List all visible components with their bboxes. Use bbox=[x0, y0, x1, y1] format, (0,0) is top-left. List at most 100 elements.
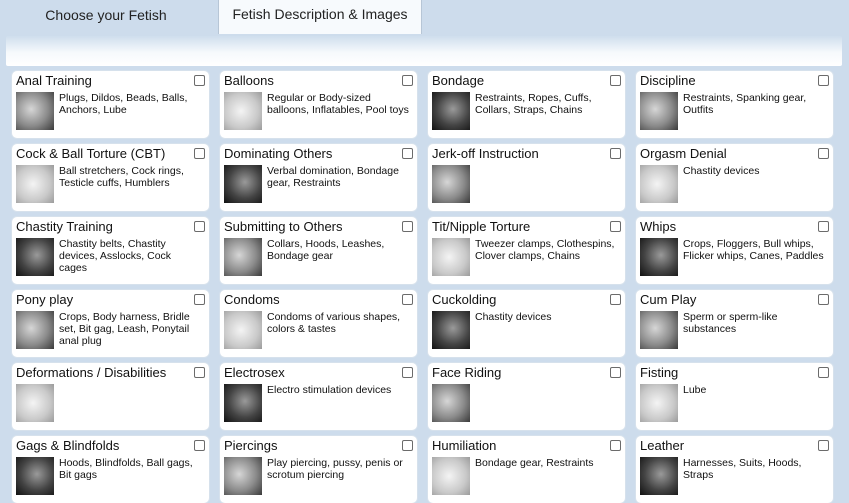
fetish-card[interactable]: Orgasm Denial Chastity devices bbox=[636, 144, 833, 211]
fetish-card-description: Collars, Hoods, Leashes, Bondage gear bbox=[267, 238, 385, 262]
fetish-card[interactable]: Humiliation Bondage gear, Restraints bbox=[428, 436, 625, 503]
fetish-card[interactable]: Whips Crops, Floggers, Bull whips, Flicke… bbox=[636, 217, 833, 284]
fetish-card-title: Chastity Training bbox=[16, 219, 113, 234]
fetish-card-title: Whips bbox=[640, 219, 677, 234]
fetish-card-title: Jerk-off Instruction bbox=[432, 146, 539, 161]
fetish-card[interactable]: Electrosex Electro stimulation devices bbox=[220, 363, 417, 430]
fetish-card[interactable]: Piercings Play piercing, pussy, penis or … bbox=[220, 436, 417, 503]
fetish-checkbox[interactable] bbox=[194, 75, 205, 86]
fetish-card-title: Cuckolding bbox=[432, 292, 497, 307]
fetish-checkbox[interactable] bbox=[402, 440, 413, 451]
fetish-card[interactable]: Submitting to Others Collars, Hoods, Leas… bbox=[220, 217, 417, 284]
fetish-card[interactable]: Fisting Lube bbox=[636, 363, 833, 430]
fetish-checkbox[interactable] bbox=[818, 221, 829, 232]
fetish-card[interactable]: Discipline Restraints, Spanking gear, Out… bbox=[636, 71, 833, 138]
fetish-card-description: Play piercing, pussy, penis or scrotum p… bbox=[267, 457, 403, 481]
fetish-thumbnail-image bbox=[640, 238, 678, 276]
fetish-checkbox[interactable] bbox=[402, 75, 413, 86]
fetish-thumbnail-image bbox=[16, 165, 54, 203]
fetish-checkbox[interactable] bbox=[402, 367, 413, 378]
fetish-card[interactable]: Bondage Restraints, Ropes, Cuffs, Collars… bbox=[428, 71, 625, 138]
fetish-card-description: Crops, Floggers, Bull whips, Flicker whi… bbox=[683, 238, 824, 262]
fetish-card-title: Submitting to Others bbox=[224, 219, 343, 234]
fetish-card[interactable]: Pony play Crops, Body harness, Bridle set… bbox=[12, 290, 209, 357]
fetish-card-title: Anal Training bbox=[16, 73, 92, 88]
fetish-grid: Anal Training Plugs, Dildos, Beads, Balls… bbox=[0, 0, 849, 503]
fetish-card-title: Cock & Ball Torture (CBT) bbox=[16, 146, 166, 161]
fetish-thumbnail-image bbox=[224, 238, 262, 276]
fetish-checkbox[interactable] bbox=[194, 294, 205, 305]
fetish-checkbox[interactable] bbox=[402, 148, 413, 159]
fetish-checkbox[interactable] bbox=[610, 440, 621, 451]
fetish-thumbnail-image bbox=[432, 384, 470, 422]
fetish-card[interactable]: Tit/Nipple Torture Tweezer clamps, Clothe… bbox=[428, 217, 625, 284]
fetish-card-description: Chastity devices bbox=[475, 311, 552, 323]
fetish-card-description: Hoods, Blindfolds, Ball gags, Bit gags bbox=[59, 457, 193, 481]
fetish-card-title: Piercings bbox=[224, 438, 278, 453]
fetish-card-title: Leather bbox=[640, 438, 685, 453]
fetish-thumbnail-image bbox=[640, 165, 678, 203]
fetish-card[interactable]: Cuckolding Chastity devices bbox=[428, 290, 625, 357]
fetish-checkbox[interactable] bbox=[818, 148, 829, 159]
fetish-card-title: Orgasm Denial bbox=[640, 146, 727, 161]
fetish-checkbox[interactable] bbox=[610, 294, 621, 305]
fetish-card[interactable]: Cum Play Sperm or sperm-like substances bbox=[636, 290, 833, 357]
fetish-thumbnail-image bbox=[16, 92, 54, 130]
fetish-card-description: Crops, Body harness, Bridle set, Bit gag… bbox=[59, 311, 190, 347]
fetish-thumbnail-image bbox=[640, 311, 678, 349]
fetish-thumbnail-image bbox=[640, 457, 678, 495]
fetish-card-title: Condoms bbox=[224, 292, 280, 307]
fetish-thumbnail-image bbox=[432, 238, 470, 276]
fetish-checkbox[interactable] bbox=[194, 367, 205, 378]
fetish-card[interactable]: Face Riding bbox=[428, 363, 625, 430]
fetish-card[interactable]: Deformations / Disabilities bbox=[12, 363, 209, 430]
fetish-card-description: Chastity belts, Chastity devices, Assloc… bbox=[59, 238, 172, 274]
fetish-card-title: Fisting bbox=[640, 365, 679, 380]
fetish-card[interactable]: Balloons Regular or Body-sized balloons, … bbox=[220, 71, 417, 138]
fetish-card-title: Dominating Others bbox=[224, 146, 333, 161]
fetish-card-description: Plugs, Dildos, Beads, Balls, Anchors, Lu… bbox=[59, 92, 188, 116]
fetish-card-title: Humiliation bbox=[432, 438, 497, 453]
fetish-card[interactable]: Jerk-off Instruction bbox=[428, 144, 625, 211]
fetish-card-title: Cum Play bbox=[640, 292, 697, 307]
fetish-checkbox[interactable] bbox=[402, 294, 413, 305]
fetish-thumbnail-image bbox=[16, 457, 54, 495]
fetish-card-title: Deformations / Disabilities bbox=[16, 365, 167, 380]
fetish-thumbnail-image bbox=[640, 92, 678, 130]
fetish-thumbnail-image bbox=[224, 165, 262, 203]
fetish-card-description: Harnesses, Suits, Hoods, Straps bbox=[683, 457, 802, 481]
fetish-card[interactable]: Cock & Ball Torture (CBT) Ball stretchers… bbox=[12, 144, 209, 211]
fetish-card-title: Electrosex bbox=[224, 365, 285, 380]
fetish-checkbox[interactable] bbox=[194, 440, 205, 451]
fetish-card[interactable]: Dominating Others Verbal domination, Bond… bbox=[220, 144, 417, 211]
fetish-checkbox[interactable] bbox=[818, 440, 829, 451]
fetish-card[interactable]: Anal Training Plugs, Dildos, Beads, Balls… bbox=[12, 71, 209, 138]
fetish-card-description: Regular or Body-sized balloons, Inflatab… bbox=[267, 92, 409, 116]
fetish-checkbox[interactable] bbox=[610, 221, 621, 232]
fetish-checkbox[interactable] bbox=[194, 148, 205, 159]
fetish-checkbox[interactable] bbox=[402, 221, 413, 232]
fetish-thumbnail-image bbox=[16, 384, 54, 422]
fetish-card-title: Balloons bbox=[224, 73, 274, 88]
fetish-thumbnail-image bbox=[432, 457, 470, 495]
fetish-checkbox[interactable] bbox=[610, 148, 621, 159]
fetish-checkbox[interactable] bbox=[818, 75, 829, 86]
fetish-checkbox[interactable] bbox=[610, 367, 621, 378]
fetish-card[interactable]: Leather Harnesses, Suits, Hoods, Straps bbox=[636, 436, 833, 503]
fetish-checkbox[interactable] bbox=[610, 75, 621, 86]
fetish-thumbnail-image bbox=[224, 311, 262, 349]
fetish-card-title: Tit/Nipple Torture bbox=[432, 219, 531, 234]
fetish-thumbnail-image bbox=[16, 311, 54, 349]
fetish-card[interactable]: Chastity Training Chastity belts, Chastit… bbox=[12, 217, 209, 284]
fetish-thumbnail-image bbox=[432, 311, 470, 349]
fetish-checkbox[interactable] bbox=[818, 294, 829, 305]
fetish-card-description: Restraints, Spanking gear, Outfits bbox=[683, 92, 807, 116]
fetish-card-description: Electro stimulation devices bbox=[267, 384, 392, 396]
fetish-card-description: Restraints, Ropes, Cuffs, Collars, Strap… bbox=[475, 92, 592, 116]
fetish-checkbox[interactable] bbox=[818, 367, 829, 378]
fetish-thumbnail-image bbox=[224, 384, 262, 422]
fetish-checkbox[interactable] bbox=[194, 221, 205, 232]
fetish-card[interactable]: Condoms Condoms of various shapes, colors… bbox=[220, 290, 417, 357]
fetish-card[interactable]: Gags & Blindfolds Hoods, Blindfolds, Ball… bbox=[12, 436, 209, 503]
fetish-thumbnail-image bbox=[640, 384, 678, 422]
